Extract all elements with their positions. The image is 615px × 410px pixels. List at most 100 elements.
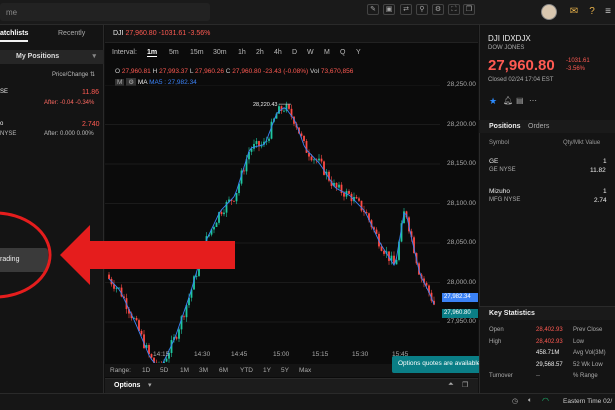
stat-value: 28,402.93 [536, 338, 563, 345]
list-item-exchange: NYSE [0, 131, 17, 137]
more-icon[interactable]: ⋯ [529, 96, 537, 105]
tab-watchlists[interactable]: atchlists [0, 30, 29, 42]
candle-body [183, 316, 185, 318]
annotation-arrow [60, 225, 235, 285]
list-item-after: After: 0.000 0.00% [44, 131, 94, 137]
avatar[interactable] [541, 4, 557, 20]
menu-icon[interactable]: ≡ [602, 6, 614, 18]
range-1m[interactable]: 1M [180, 367, 189, 374]
high-label: 28,220.43 [253, 102, 277, 108]
x-tick: 14:30 [194, 351, 211, 358]
fullscreen-icon[interactable]: ⛶ [448, 4, 460, 15]
range-max[interactable]: Max [299, 367, 311, 374]
interval-y[interactable]: Y [356, 49, 361, 56]
quote-subtitle: DOW JONES [488, 45, 525, 51]
stat-value: -- [536, 373, 540, 379]
popout-icon[interactable]: ❐ [463, 4, 475, 15]
tab-orders[interactable]: Orders [528, 123, 549, 130]
search-input[interactable]: me [0, 3, 210, 21]
clock-icon: ◷ [512, 398, 519, 405]
popout-icon[interactable]: ❐ [462, 381, 468, 389]
y-tick: 28,000.00 [447, 279, 476, 286]
screenshot-icon[interactable]: ▣ [383, 4, 395, 15]
interval-label: Interval: [112, 49, 137, 56]
stat-label: Prev Close [573, 327, 603, 333]
stat-label: Turnover [489, 373, 513, 379]
settings-icon[interactable]: ⚙ [432, 4, 444, 15]
ma-price-tag: 27,982.34 [442, 293, 478, 302]
indicators-icon[interactable]: ⚲ [416, 4, 428, 15]
sound-icon[interactable]: 🔈︎ [528, 397, 532, 405]
range-1y[interactable]: 1Y [263, 367, 271, 374]
my-positions-dropdown[interactable]: My Positions ▾ [0, 50, 104, 64]
candle-body [235, 193, 238, 202]
tab-positions[interactable]: Positions [489, 123, 521, 130]
range-ytd[interactable]: YTD [240, 367, 253, 374]
range-3m[interactable]: 3M [199, 367, 208, 374]
list-item-price: 2.740 [82, 121, 100, 128]
interval-d[interactable]: D [292, 49, 297, 56]
y-tick: 28,050.00 [447, 239, 476, 246]
position-exchange: GE NYSE [489, 167, 516, 173]
wifi-icon: ◠ [542, 396, 549, 405]
interval-1m[interactable]: 1m [147, 49, 158, 57]
col-symbol: Symbol [489, 140, 510, 146]
interval-w[interactable]: W [307, 49, 314, 56]
range-label: Range: [110, 367, 131, 374]
range-6m[interactable]: 6M [219, 367, 228, 374]
range-1d[interactable]: 1D [142, 367, 150, 374]
stat-value: 29,568.57 [536, 361, 563, 368]
range-5y[interactable]: 5Y [281, 367, 289, 374]
quote-change-pct: -3.56% [566, 66, 586, 72]
ohlc-readout: O 27,960.81 H 27,993.37 L 27,960.26 C 27… [115, 68, 354, 75]
interval-15m[interactable]: 15m [190, 49, 204, 56]
candle-body [140, 330, 143, 335]
interval-2h[interactable]: 2h [256, 49, 264, 56]
position-symbol[interactable]: Mizuho [489, 188, 510, 195]
chevron-down-icon[interactable]: ▾ [148, 381, 152, 389]
interval-m[interactable]: M [324, 49, 330, 56]
list-item-symbol[interactable]: o [0, 121, 3, 127]
options-label[interactable]: Options [114, 382, 140, 389]
key-stats-title: Key Statistics [489, 310, 535, 317]
compare-icon[interactable]: ⇄ [400, 4, 412, 15]
star-icon[interactable]: ★ [489, 96, 497, 107]
x-tick: 15:15 [312, 351, 329, 358]
message-icon[interactable]: ✉ [568, 6, 580, 18]
interval-30m[interactable]: 30m [213, 49, 227, 56]
interval-4h[interactable]: 4h [274, 49, 282, 56]
candle-body [220, 212, 223, 215]
candle-body [223, 212, 225, 215]
interval-q[interactable]: Q [340, 49, 345, 56]
price-change-header[interactable]: Price/Change ⇅ [52, 71, 95, 78]
list-item-symbol[interactable]: SE [0, 89, 8, 95]
x-tick: 14:15 [153, 351, 170, 358]
range-5d[interactable]: 5D [160, 367, 168, 374]
draw-pen-icon[interactable]: ✎ [367, 4, 379, 15]
note-icon[interactable]: ▤ [516, 96, 524, 105]
tab-recently[interactable]: Recently [58, 30, 85, 37]
timezone-clock: Eastern Time 02/ [563, 398, 613, 405]
bell-icon[interactable]: 🔔︎ [503, 96, 513, 105]
candle-body [358, 198, 360, 201]
position-qty: 1 [603, 158, 607, 165]
candle-body [310, 156, 313, 161]
x-tick: 15:00 [273, 351, 290, 358]
candle-body [318, 158, 320, 161]
chart-symbol-line: DJI 27,960.80 -1031.61 -3.56% [113, 30, 210, 37]
quote-status: Closed 02/24 17:04 EST [488, 77, 554, 83]
candle-body [178, 329, 180, 339]
help-icon[interactable]: ? [586, 6, 598, 18]
position-symbol[interactable]: GE [489, 158, 498, 165]
interval-5m[interactable]: 5m [169, 49, 179, 56]
y-tick: 28,250.00 [447, 81, 476, 88]
position-value: 11.82 [590, 167, 606, 174]
expand-icon[interactable]: ⏶ [448, 381, 454, 389]
candle-body [323, 161, 325, 175]
candle-body [343, 192, 345, 197]
options-bar[interactable] [105, 378, 478, 393]
candle-body [355, 197, 358, 199]
quote-title: DJI IDXDJX [488, 34, 531, 43]
candlestick-chart[interactable]: 27,886.7828,220.43 [105, 85, 478, 363]
interval-1h[interactable]: 1h [238, 49, 246, 56]
